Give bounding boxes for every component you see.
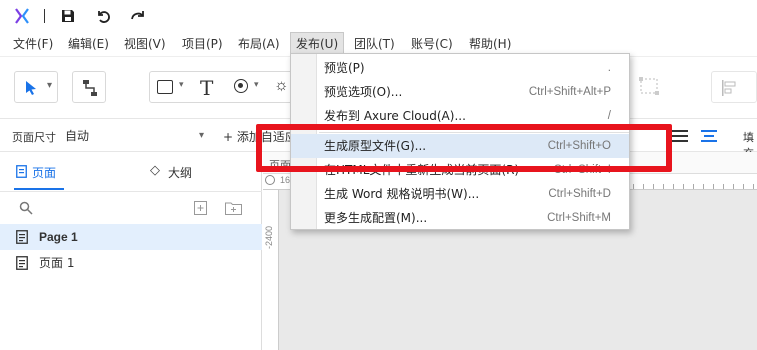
connector-tool-button[interactable]: [72, 71, 106, 103]
page-icon: [16, 230, 28, 244]
page-item-label: 页面 1: [39, 256, 75, 270]
page-icon: [16, 256, 28, 270]
menu-item-label: 更多生成配置(M)...: [324, 211, 428, 225]
menu-item-shortcut: .: [607, 62, 611, 74]
pages-panel: 页面 ◇ 大纲 Page 1 页面 1: [0, 152, 262, 350]
save-icon[interactable]: [58, 6, 78, 26]
menu-item-preview-options[interactable]: 预览选项(O)... Ctrl+Shift+Alt+P: [291, 80, 629, 104]
title-separator: [44, 9, 45, 23]
shape-tools-group: ▾ T ▾ ☼: [149, 71, 304, 103]
menu-item-label: 预览(P): [324, 61, 365, 75]
page-size-select[interactable]: 自动 ▾: [60, 124, 210, 148]
page-item-label: Page 1: [39, 230, 78, 244]
pointer-icon: [26, 81, 36, 95]
connector-icon: [83, 80, 97, 96]
menu-item-shortcut: Ctrl+Shift+D: [548, 188, 611, 200]
menu-view[interactable]: 视图(V): [124, 32, 166, 56]
page-item-page-1-cn[interactable]: 页面 1: [0, 250, 262, 276]
rectangle-icon[interactable]: [157, 80, 173, 94]
chevron-down-icon: ▾: [47, 80, 53, 91]
search-icon[interactable]: [19, 201, 33, 215]
menu-item-label: 预览选项(O)...: [324, 85, 403, 99]
menu-project[interactable]: 项目(P): [182, 32, 223, 56]
menu-item-preview[interactable]: 预览(P) .: [291, 56, 629, 80]
distribute-icon[interactable]: [637, 73, 663, 99]
chevron-down-icon: ▾: [198, 130, 204, 141]
document-icon: [16, 165, 27, 178]
vertical-ruler: -2400: [263, 190, 279, 350]
tab-pages-label: 页面: [32, 166, 57, 180]
ruler-tick-label: 16: [280, 175, 291, 185]
tab-outline-label: 大纲: [168, 166, 193, 180]
menu-edit[interactable]: 编辑(E): [68, 32, 109, 56]
redo-icon[interactable]: [128, 6, 148, 26]
panel-divider: [0, 191, 262, 192]
add-folder-icon[interactable]: [225, 201, 242, 215]
page-size-label: 页面尺寸: [12, 131, 56, 144]
title-bar: [0, 0, 757, 32]
chevron-down-icon: ▾: [179, 79, 184, 89]
menu-item-shortcut: Ctrl+Shift+Alt+P: [528, 86, 611, 98]
ruler-ticks: [633, 184, 757, 189]
ruler-tick-label: -2400: [264, 226, 274, 250]
ruler-origin-icon: [265, 175, 275, 185]
menu-item-more-generators[interactable]: 更多生成配置(M)... Ctrl+Shift+M: [291, 206, 629, 230]
align-left-icon: [722, 80, 736, 96]
chevron-down-icon: ▾: [254, 79, 259, 89]
page-size-value: 自动: [65, 129, 90, 143]
active-tab-indicator: [14, 188, 64, 190]
align-dropdown-button[interactable]: [711, 71, 757, 103]
axure-logo-icon: [15, 8, 29, 24]
radio-icon[interactable]: [234, 79, 248, 93]
add-page-icon[interactable]: [194, 201, 207, 215]
page-item-page-1[interactable]: Page 1: [0, 224, 262, 250]
undo-icon[interactable]: [93, 6, 113, 26]
select-tool-button[interactable]: ▾: [14, 71, 58, 103]
align-center-icon[interactable]: [701, 129, 717, 143]
menu-layout[interactable]: 布局(A): [238, 32, 280, 56]
sparkle-icon[interactable]: ☼: [274, 77, 289, 95]
menu-item-generate-word[interactable]: 生成 Word 规格说明书(W)... Ctrl+Shift+D: [291, 182, 629, 206]
text-tool-icon[interactable]: T: [200, 76, 213, 100]
highlight-box: [256, 124, 672, 172]
align-justify-icon[interactable]: [672, 129, 688, 143]
menu-item-shortcut: Ctrl+Shift+M: [547, 212, 611, 224]
menu-file[interactable]: 文件(F): [13, 32, 53, 56]
outline-icon: ◇: [150, 163, 160, 178]
menu-item-label: 生成 Word 规格说明书(W)...: [324, 187, 480, 201]
